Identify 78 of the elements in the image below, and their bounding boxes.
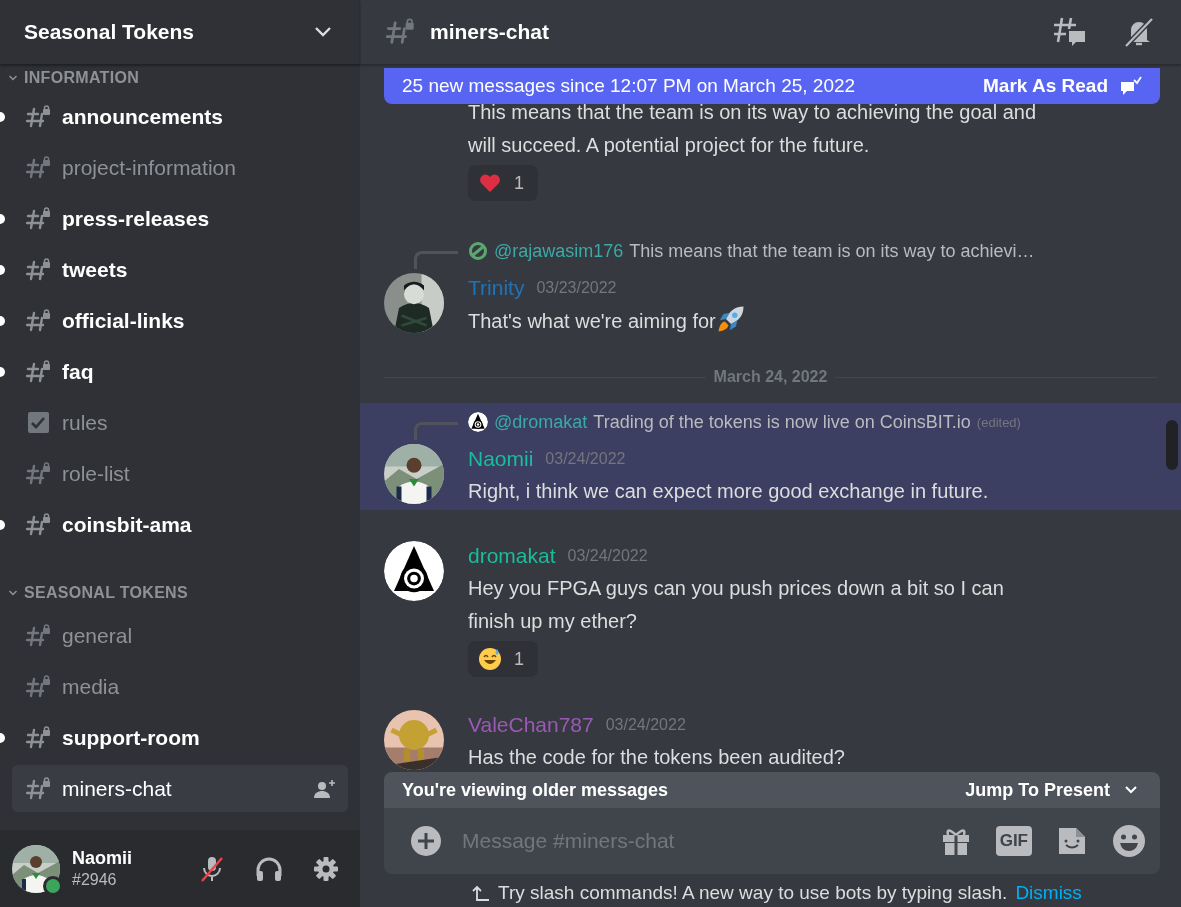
muted-bell-icon[interactable] — [1123, 16, 1155, 48]
corner-arrow-icon — [472, 884, 490, 902]
hash-lock-icon — [26, 104, 52, 129]
channel-item[interactable]: announcements — [12, 93, 348, 140]
server-header[interactable]: Seasonal Tokens — [0, 0, 360, 64]
threads-icon[interactable] — [1053, 16, 1087, 48]
channel-item[interactable]: miners-chat — [12, 765, 348, 812]
channel-item[interactable]: role-list — [12, 450, 348, 497]
muted-mic-icon[interactable] — [199, 854, 225, 883]
sticker-icon[interactable] — [1056, 825, 1088, 857]
channel-item[interactable]: tweets — [12, 246, 348, 293]
add-person-icon — [312, 778, 336, 799]
reply-text[interactable]: Trading of the tokens is now live on CoinsBIT.io — [593, 411, 971, 433]
jump-to-present-button[interactable]: Jump To Present — [965, 779, 1138, 801]
chevron-down-icon — [8, 73, 18, 83]
hash-lock-icon — [26, 725, 52, 750]
gif-button[interactable]: GIF — [995, 826, 1032, 856]
ring-avatar-icon — [468, 241, 488, 261]
category-header[interactable]: SEASONAL TOKENS — [0, 582, 360, 604]
message-text: That's what we're aiming for — [468, 310, 716, 332]
hash-lock-icon — [26, 308, 52, 333]
channel-item[interactable]: project-information — [12, 144, 348, 191]
hash-lock-icon — [26, 359, 52, 384]
timestamp: 03/23/2022 — [536, 278, 617, 297]
hash-lock-icon — [26, 206, 52, 231]
message-text: Has the code for the tokens been audited? — [468, 746, 845, 768]
author-name[interactable]: dromakat — [468, 543, 556, 568]
channel-item[interactable]: rules — [12, 399, 348, 446]
channel-title: miners-chat — [430, 20, 550, 44]
channel-item[interactable]: faq — [12, 348, 348, 395]
timestamp: 03/24/2022 — [605, 715, 686, 734]
target-avatar-icon — [468, 412, 488, 432]
sweat-smile-icon — [478, 647, 502, 671]
checkbox-icon — [26, 410, 52, 435]
user-tag: #2946 — [72, 871, 178, 889]
new-messages-banner[interactable]: 25 new messages since 12:07 PM on March 25, 2022 Mark As Read — [384, 68, 1160, 104]
reply-mention[interactable]: @rajawasim176 — [494, 240, 624, 262]
chevron-down-icon — [1124, 785, 1138, 795]
dismiss-link[interactable]: Dismiss — [1015, 882, 1082, 904]
headphones-icon[interactable] — [255, 855, 283, 882]
target-avatar-icon — [384, 541, 444, 601]
reply-text[interactable]: This means that the team is on its way to achievi… — [629, 240, 1035, 262]
category-header[interactable]: INFORMATION — [0, 67, 360, 89]
tip-text: Try slash commands! A new way to use bots by typing slash. — [498, 882, 1008, 904]
scrollbar-thumb[interactable] — [1166, 420, 1178, 470]
add-icon[interactable] — [410, 825, 442, 857]
hash-lock-icon — [386, 18, 416, 46]
message-check-icon — [1120, 76, 1142, 96]
timestamp: 03/24/2022 — [567, 546, 648, 565]
channel-item[interactable]: support-room — [12, 714, 348, 761]
message-text: This means that the team is on its way to achieving the goal and will succeed. A potential project for the future. — [468, 101, 1037, 156]
reply-mention[interactable]: @dromakat — [494, 411, 588, 433]
message-text: Right, i think we can expect more good exchange in future. — [468, 480, 989, 502]
hash-lock-icon — [26, 155, 52, 180]
channel-item[interactable]: coinsbit-ama — [12, 501, 348, 548]
emoji-icon[interactable] — [1112, 824, 1146, 858]
older-messages-bar: You're viewing older messages Jump To Present — [384, 772, 1160, 808]
hash-lock-icon — [26, 461, 52, 486]
author-name[interactable]: Naomii — [468, 446, 534, 471]
settings-icon[interactable] — [313, 855, 339, 882]
mark-as-read-button[interactable]: Mark As Read — [983, 75, 1142, 97]
channel-item[interactable]: media — [12, 663, 348, 710]
channel-item[interactable]: press-releases — [12, 195, 348, 242]
reply-connector — [414, 251, 458, 269]
rocket-icon — [715, 304, 746, 334]
reaction-button[interactable]: 1 — [468, 165, 538, 201]
reaction-button[interactable]: 1 — [468, 641, 538, 677]
message-text: Hey you FPGA guys can you push prices down a bit so I can finish up my ether? — [468, 577, 1004, 632]
chevron-down-icon — [8, 588, 18, 598]
hash-lock-icon — [26, 623, 52, 648]
chevron-down-icon — [314, 26, 332, 38]
hash-lock-icon — [26, 257, 52, 282]
channel-item[interactable]: official-links — [12, 297, 348, 344]
username: Naomii — [72, 848, 133, 869]
hash-lock-icon — [26, 776, 52, 801]
hash-lock-icon — [26, 674, 52, 699]
channel-item[interactable]: general — [12, 612, 348, 659]
hash-lock-icon — [26, 512, 52, 537]
